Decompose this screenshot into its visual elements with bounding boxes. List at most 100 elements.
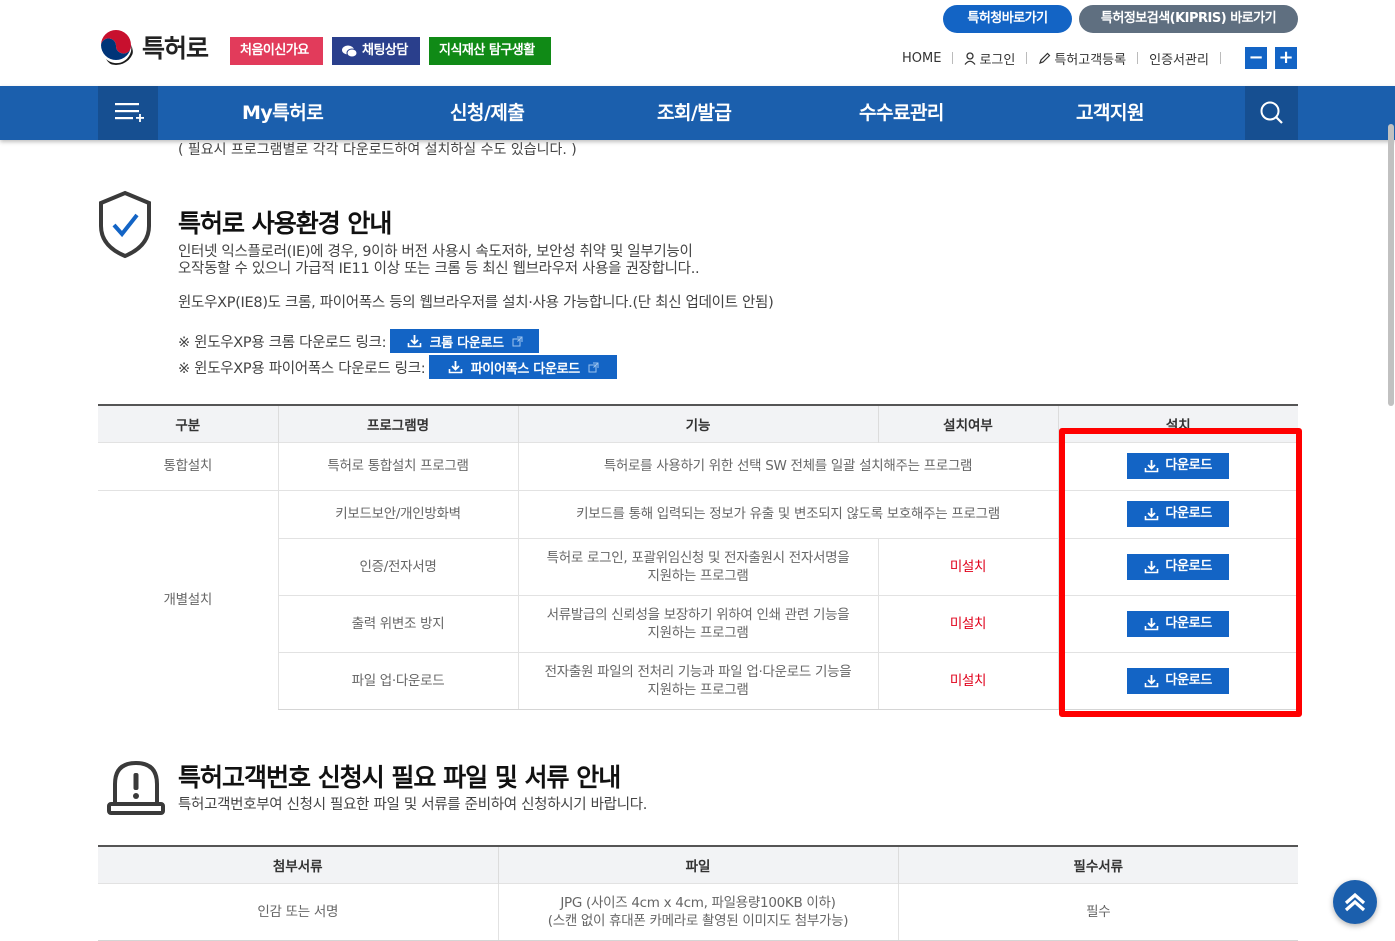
download-icon [1145,674,1159,687]
firefox-download-label: ※ 윈도우XP용 파이어폭스 다운로드 링크: [178,360,426,377]
chat-consult-label: 채팅상담 [362,43,408,58]
program-name: 출력 위변조 방지 [277,594,518,652]
program-function: 전자출원 파일의 전처리 기능과 파일 업·다운로드 기능을 지원하는 프로그램 [517,651,878,710]
zoom-in-button[interactable]: + [1275,47,1297,69]
chrome-download-label: ※ 윈도우XP용 크롬 다운로드 링크: [178,334,387,351]
customer-section-desc: 특허고객번호부여 신청시 필요한 파일 및 서류를 준비하여 신청하시기 바랍니… [178,797,648,813]
nav-my-patentro[interactable]: My특허로 [242,86,324,140]
download-button[interactable]: 다운로드 [1127,453,1230,479]
download-button[interactable]: 다운로드 [1127,610,1230,637]
download-icon [1145,508,1159,521]
program-name: 특허로 통합설치 프로그램 [277,441,518,490]
download-button[interactable]: 다운로드 [1127,553,1230,580]
table-row: 개별설치 키보드보안/개인방화벽 키보드를 통해 입력되는 정보가 유출 및 변… [98,489,1298,709]
install-status: 미설치 [877,651,1058,710]
download-icon [1145,617,1159,630]
file-spec-line: (스캔 없이 휴대폰 카메라로 촬영된 이미지도 첨부가능) [547,912,849,929]
zoom-out-button[interactable]: − [1245,47,1267,69]
search-button[interactable] [1245,86,1298,140]
chrome-download-button[interactable]: 크롬 다운로드 [390,329,540,353]
external-link-icon [588,362,599,372]
shield-check-icon [99,190,151,259]
file-spec: JPG (사이즈 4cm x 4cm, 파일용량100KB 이하) (스캔 없이… [497,882,898,941]
install-cell: 다운로드 [1057,537,1298,595]
home-link[interactable]: HOME [902,51,941,66]
download-button-label: 다운로드 [1165,506,1213,521]
chrome-download-row: ※ 윈도우XP용 크롬 다운로드 링크: 크롬 다운로드 [178,329,540,353]
kipris-link-button[interactable]: 특허정보검색(KIPRIS) 바로가기 [1079,5,1298,33]
firefox-download-button[interactable]: 파이어폭스 다운로드 [429,355,618,379]
program-name: 키보드보안/개인방화벽 [277,489,518,538]
download-button[interactable]: 다운로드 [1127,501,1230,527]
nav-customer-support[interactable]: 고객지원 [1076,86,1144,140]
divider [952,52,954,64]
nav-inquiry-issue[interactable]: 조회/발급 [657,86,732,140]
login-label: 로그인 [979,52,1016,68]
ie-notice-line2: 오작동할 수 있으니 가급적 IE11 이상 또는 크롬 등 최신 웹브라우저 … [178,261,700,277]
kipo-link-button[interactable]: 특허청바로가기 [943,5,1072,33]
scroll-top-button[interactable] [1333,880,1377,924]
install-note: ( 필요시 프로그램별로 각각 다운로드하여 설치하실 수도 있습니다. ) [178,142,577,158]
logo-text: 특허로 [142,34,209,63]
col-file: 파일 [497,846,898,883]
search-icon [1260,101,1283,124]
logo[interactable]: 특허로 [98,29,209,65]
utility-links: HOME 로그인 특허고객등록 인증서관리 [902,49,1232,68]
divider [1137,52,1139,64]
col-required: 필수서류 [897,846,1298,883]
install-status: 미설치 [877,537,1058,595]
install-program-table: 구분 프로그램명 기능 설치여부 설치 통합설치 특허로 통합설치 프로그램 특… [98,404,1298,710]
chat-consult-button[interactable]: 채팅상담 [332,37,420,65]
table-row: 통합설치 특허로 통합설치 프로그램 특허로를 사용하기 위한 선택 SW 전체… [98,441,1298,490]
download-button-label: 다운로드 [1165,672,1213,688]
install-cell: 다운로드 [1057,651,1298,710]
xp-notice: 윈도우XP(IE8)도 크롬, 파이어폭스 등의 웹브라우저를 설치·사용 가능… [178,295,774,311]
menu-icon [115,103,144,122]
nav-apply-submit[interactable]: 신청/제출 [450,86,525,140]
group-integrated: 통합설치 [98,441,278,490]
chrome-download-button-label: 크롬 다운로드 [429,335,504,351]
ip-explore-button[interactable]: 지식재산 탐구생활 [429,37,551,65]
col-category: 구분 [98,405,278,442]
program-function: 특허로를 사용하기 위한 선택 SW 전체를 일괄 설치해주는 프로그램 [517,441,1058,490]
program-function: 특허로 로그인, 포괄위임신청 및 전자출원시 전자서명을 지원하는 프로그램 [517,537,878,595]
env-section-title: 특허로 사용환경 안내 [178,209,392,238]
download-icon [407,335,421,348]
chat-icon [342,45,357,57]
external-link-icon [512,336,523,346]
table-row: 출력 위변조 방지 서류발급의 신뢰성을 보장하기 위하여 인쇄 관련 기능을 … [98,594,1298,652]
certificate-link[interactable]: 인증서관리 [1149,49,1209,68]
user-icon [964,51,976,65]
program-function: 서류발급의 신뢰성을 보장하기 위하여 인쇄 관련 기능을 지원하는 프로그램 [517,594,878,652]
program-name: 파일 업·다운로드 [277,651,518,710]
program-function: 키보드를 통해 입력되는 정보가 유출 및 변조되지 않도록 보호해주는 프로그… [517,489,1058,538]
taegeuk-emblem-icon [98,29,134,65]
install-cell: 다운로드 [1057,489,1298,538]
table-header-row: 첨부서류 파일 필수서류 [98,846,1298,883]
table-row: 인감 또는 서명 JPG (사이즈 4cm x 4cm, 파일용량100KB 이… [98,882,1298,941]
col-attached-doc: 첨부서류 [98,846,498,883]
install-cell: 다운로드 [1057,441,1298,490]
table-header-row: 구분 프로그램명 기능 설치여부 설치 [98,405,1298,442]
col-install: 설치 [1057,405,1298,442]
nav-fee-management[interactable]: 수수료관리 [859,86,944,140]
col-function: 기능 [517,405,878,442]
download-icon [1145,460,1159,473]
all-menu-button[interactable] [98,86,158,140]
double-chevron-up-icon [1344,892,1366,912]
firefox-download-row: ※ 윈도우XP용 파이어폭스 다운로드 링크: 파이어폭스 다운로드 [178,355,618,379]
divider [1026,52,1028,64]
first-visit-button[interactable]: 처음이신가요 [230,37,323,65]
group-individual: 개별설치 [98,489,278,709]
login-link[interactable]: 로그인 [964,49,1015,68]
col-program-name: 프로그램명 [277,405,518,442]
register-link[interactable]: 특허고객등록 [1038,49,1126,68]
function-line: 서류발급의 신뢰성을 보장하기 위하여 인쇄 관련 기능을 [546,606,850,623]
function-line: 지원하는 프로그램 [647,681,749,698]
download-button[interactable]: 다운로드 [1127,667,1230,694]
page-scrollbar[interactable] [1388,124,1394,406]
download-icon [1145,560,1159,573]
col-install-status: 설치여부 [877,405,1058,442]
table-row: 인증/전자서명 특허로 로그인, 포괄위임신청 및 전자출원시 전자서명을 지원… [98,537,1298,595]
customer-section-title: 특허고객번호 신청시 필요 파일 및 서류 안내 [178,763,621,792]
